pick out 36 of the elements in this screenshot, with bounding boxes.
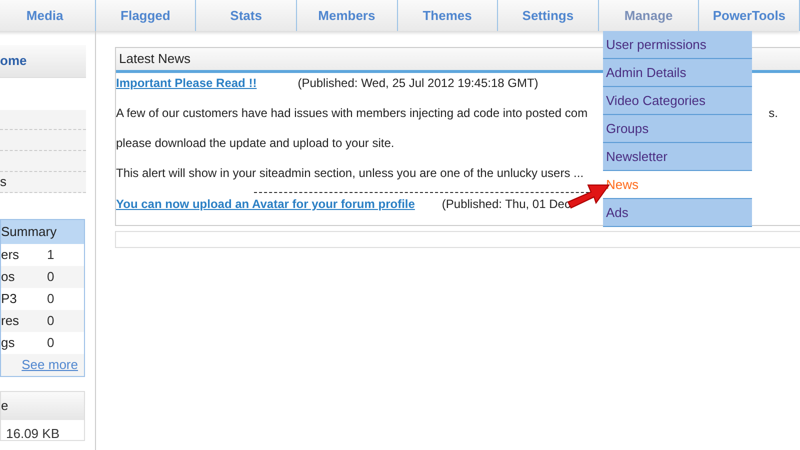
news-headline-link[interactable]: Important Please Read !!: [116, 74, 257, 92]
nav-tab[interactable]: Stats: [196, 0, 297, 31]
nav-tab[interactable]: Flagged: [96, 0, 196, 31]
menu-item[interactable]: Newsletter: [603, 143, 752, 171]
stat-label: os: [1, 268, 16, 286]
publish-date: (Published: Thu, 01 Dec: [442, 196, 570, 213]
stat-label: P3: [1, 290, 18, 308]
stat-value: 0: [47, 334, 54, 352]
nav-tab[interactable]: Settings: [498, 0, 599, 31]
menu-item[interactable]: Video Categories: [603, 87, 752, 115]
sidebar-header: ome: [0, 52, 27, 70]
nav-tab[interactable]: Members: [296, 0, 398, 31]
sidebar-item[interactable]: s: [0, 172, 6, 192]
stat-value: 0: [47, 312, 54, 330]
news-paragraph: please download the update and upload to your site.: [116, 135, 394, 152]
stat-value: 0: [47, 290, 54, 308]
panel-title: Latest News: [119, 50, 191, 68]
panel-title: e: [1, 397, 8, 416]
publish-date: (Published: Wed, 25 Jul 2012 19:45:18 GMT): [298, 75, 538, 92]
stat-label: ers: [1, 246, 20, 264]
menu-item[interactable]: User permissions: [603, 31, 752, 59]
news-headline-link[interactable]: You can now upload an Avatar for your forum profile: [116, 195, 415, 213]
menu-item[interactable]: Groups: [603, 115, 752, 143]
stat-label: gs: [1, 334, 16, 352]
menu-item[interactable]: Ads: [603, 199, 752, 227]
stat-label: res: [1, 312, 20, 330]
news-paragraph: This alert will show in your siteadmin section, unless you are one of the unlucky users ...: [116, 165, 584, 182]
news-paragraph: s.: [768, 105, 778, 122]
stat-value: 0: [47, 268, 54, 286]
panel-title: Summary: [1, 223, 57, 242]
stat-value: 1: [47, 246, 54, 264]
menu-item[interactable]: Admin Details: [603, 59, 752, 87]
news-paragraph: A few of our customers have had issues with members injecting ad code into posted com: [116, 105, 588, 122]
nav-tab[interactable]: Media: [0, 0, 96, 31]
storage-value: 16.09 KB: [6, 426, 60, 441]
nav-tab[interactable]: Themes: [398, 0, 498, 31]
